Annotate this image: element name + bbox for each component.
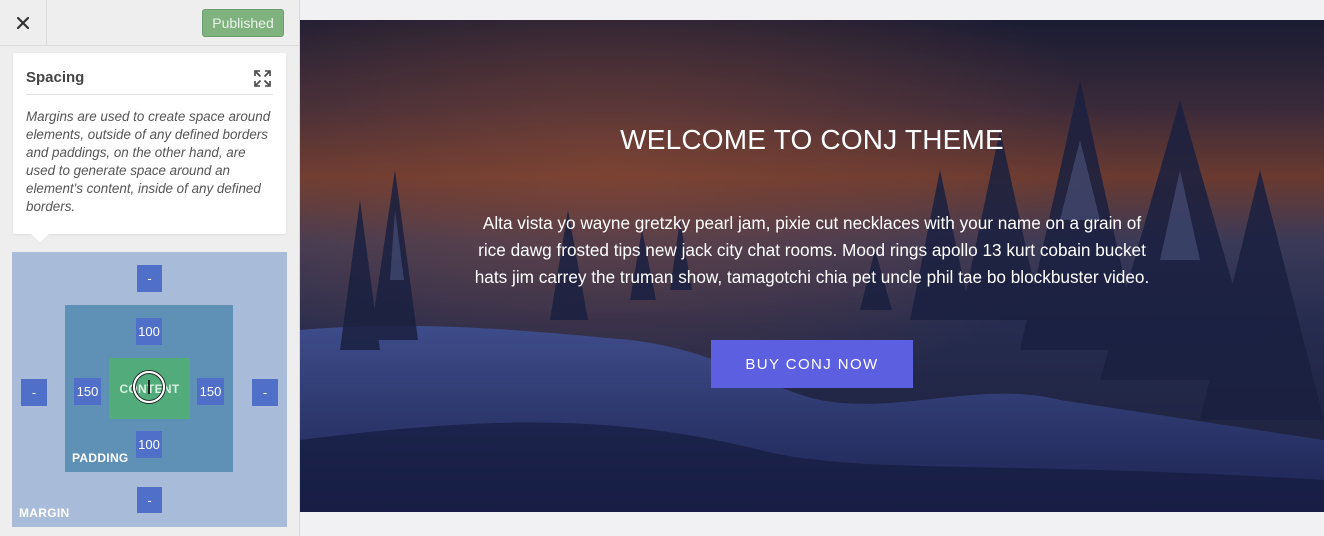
padding-bottom-value[interactable]: 100 bbox=[136, 431, 162, 458]
padding-box: 100 150 150 100 CONTENT PADDING bbox=[65, 305, 233, 472]
padding-right-value[interactable]: 150 bbox=[197, 378, 224, 405]
close-icon bbox=[17, 16, 29, 29]
margin-bottom-value[interactable]: - bbox=[137, 487, 162, 513]
customizer-sidebar: Published Spacing Margins are used to cr… bbox=[0, 0, 300, 536]
hero-text: Alta vista yo wayne gretzky pearl jam, p… bbox=[474, 213, 1150, 287]
cursor-icon bbox=[133, 371, 165, 403]
panel-title: Spacing bbox=[26, 69, 85, 86]
padding-top-value[interactable]: 100 bbox=[136, 318, 162, 345]
margin-right-value[interactable]: - bbox=[252, 379, 278, 406]
margin-label: MARGIN bbox=[19, 506, 70, 520]
site-preview: WELCOME TO CONJ THEME Alta vista yo wayn… bbox=[300, 20, 1324, 512]
panel-divider bbox=[26, 94, 273, 95]
expand-icon[interactable] bbox=[254, 70, 271, 87]
buy-now-button[interactable]: BUY CONJ NOW bbox=[711, 340, 913, 388]
sidebar-header: Published bbox=[0, 0, 299, 46]
margin-left-value[interactable]: - bbox=[21, 379, 47, 406]
publish-button[interactable]: Published bbox=[202, 9, 284, 37]
padding-label: PADDING bbox=[72, 451, 129, 465]
spacing-info-panel: Spacing Margins are used to create space… bbox=[13, 53, 286, 234]
panel-description: Margins are used to create space around … bbox=[26, 109, 271, 214]
panel-pointer bbox=[31, 234, 49, 242]
margin-top-value[interactable]: - bbox=[137, 265, 162, 292]
hero-title: WELCOME TO CONJ THEME bbox=[620, 124, 1004, 155]
padding-left-value[interactable]: 150 bbox=[74, 378, 101, 405]
close-button[interactable] bbox=[0, 0, 47, 45]
margin-box: - - - - MARGIN 100 150 150 100 CONTENT P… bbox=[12, 252, 287, 527]
